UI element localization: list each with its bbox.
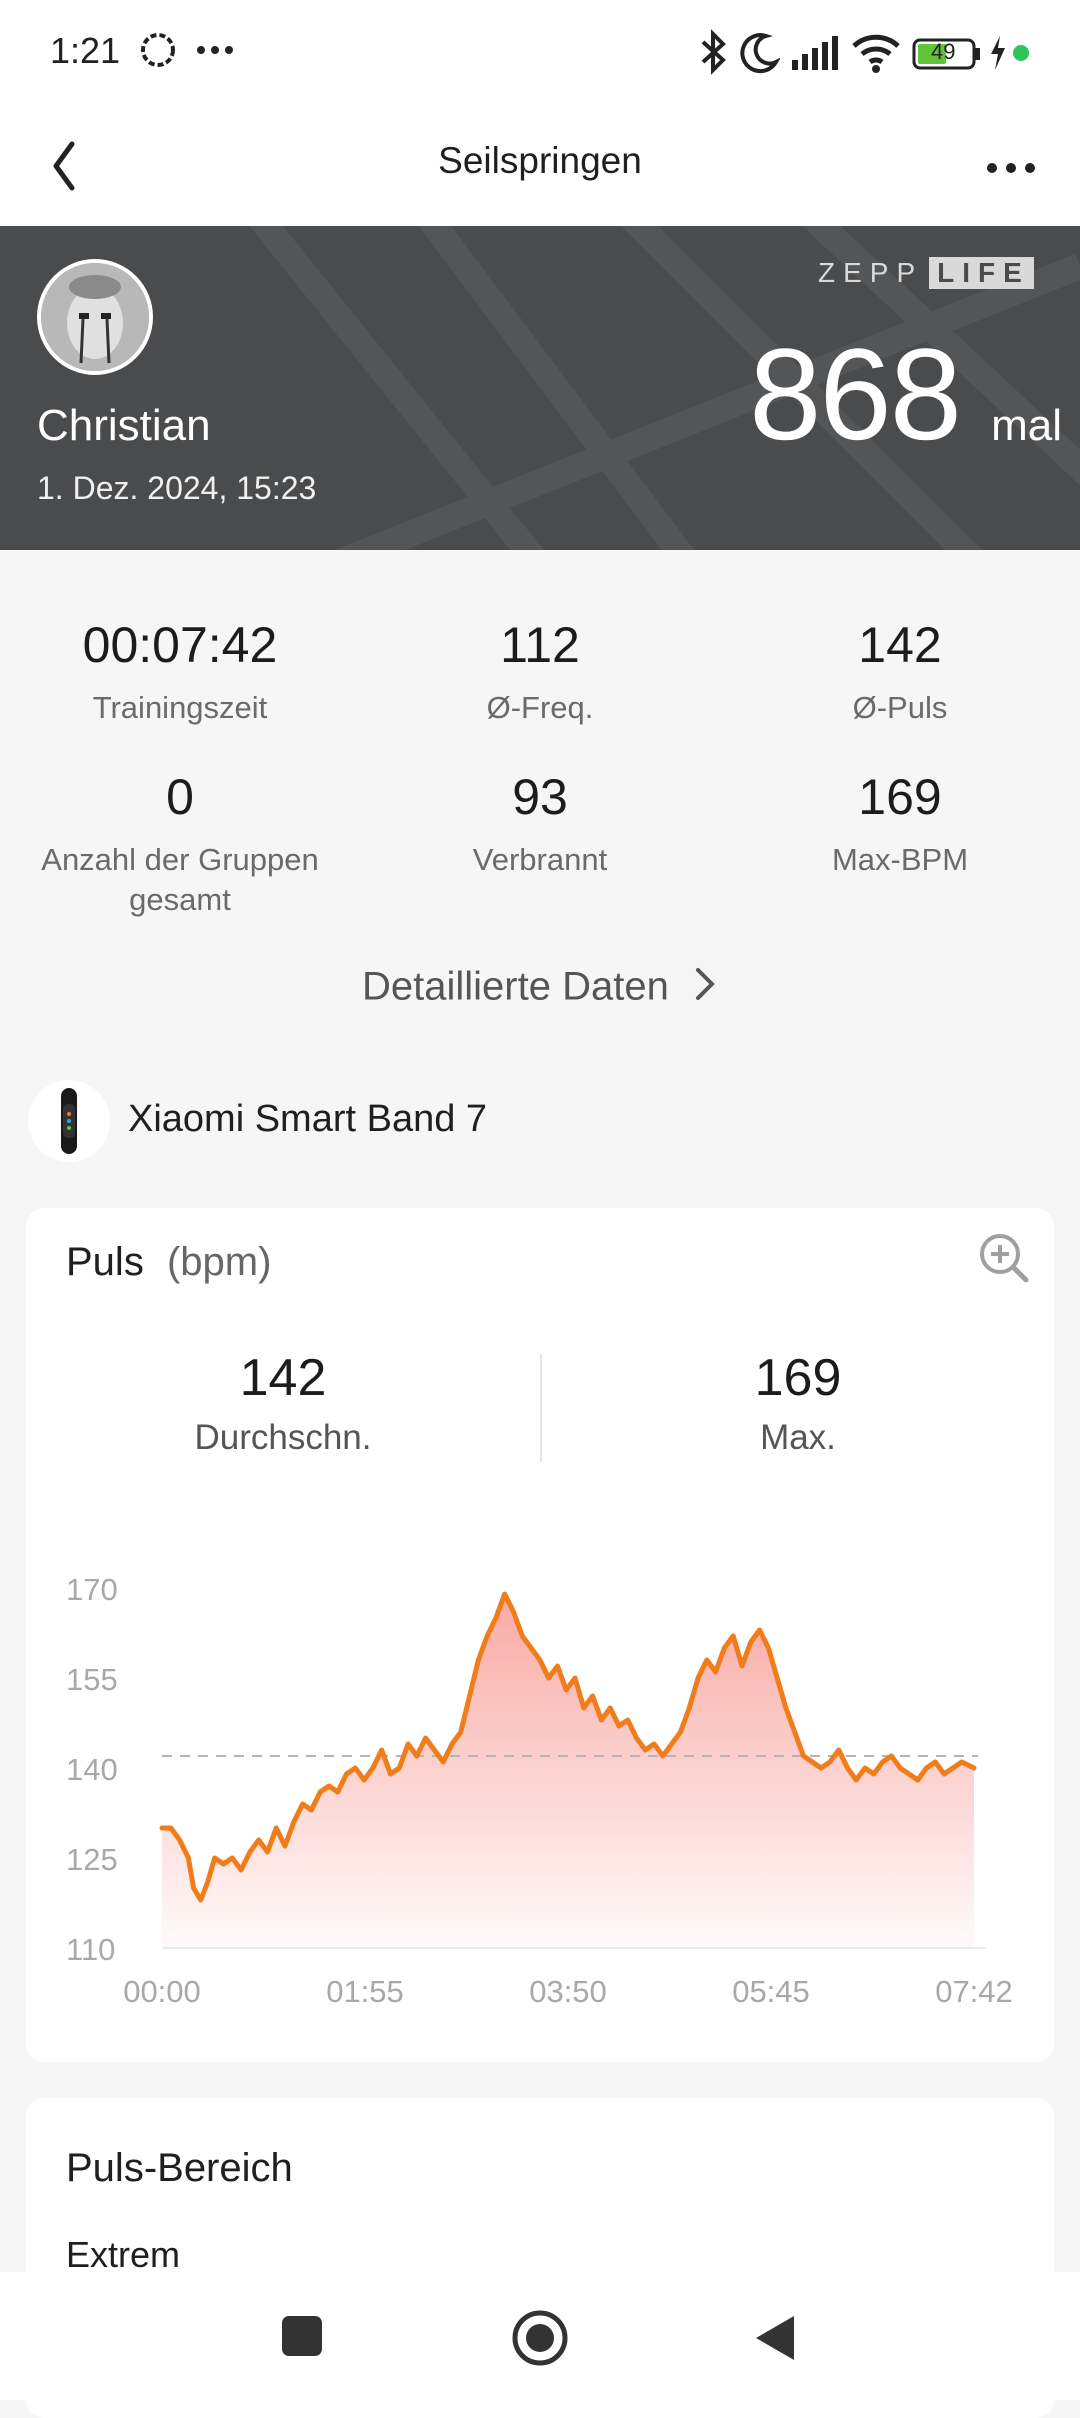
y-axis-tick-label: 155 <box>66 1662 118 1697</box>
zoom-in-icon[interactable] <box>976 1230 1032 1291</box>
average-heart-rate-value: 142 <box>239 1349 327 1407</box>
y-axis-tick-label: 170 <box>66 1572 118 1607</box>
jump-count-unit: mal <box>991 401 1062 450</box>
page-title: Seilspringen <box>438 140 642 181</box>
wifi-icon <box>850 28 902 81</box>
max-heart-rate-value: 169 <box>754 1349 842 1407</box>
x-axis-tick-label: 03:50 <box>529 1974 607 2009</box>
more-notifications-icon <box>195 30 235 75</box>
x-axis-tick-label: 01:55 <box>326 1974 404 2009</box>
heart-rate-zone-title: Puls-Bereich <box>66 2146 293 2190</box>
signal-icon <box>790 28 840 81</box>
battery-level: 49 <box>931 39 956 64</box>
more-options-icon[interactable] <box>978 148 1048 188</box>
home-button[interactable] <box>510 2308 570 2373</box>
stat-calories-burned: 93 Verbrannt <box>360 768 720 880</box>
stat-value: 142 <box>858 617 942 673</box>
heart-rate-chart: 170 155 140 125 11000:00 01:55 03:50 05:45 07:42 <box>66 1572 1013 2009</box>
y-axis-tick-label: 125 <box>66 1842 118 1877</box>
stat-label: Ø-Freq. <box>486 690 594 725</box>
avatar[interactable] <box>37 259 153 375</box>
status-bar: 1:21 49 <box>0 0 1080 108</box>
stat-average-frequency: 112 Ø-Freq. <box>360 616 720 728</box>
stat-value: 00:07:42 <box>82 617 278 673</box>
user-name: Christian <box>37 401 211 450</box>
average-heart-rate: 142 Durchschn. <box>26 1348 540 1458</box>
detailed-data-label: Detaillierte Daten <box>362 964 669 1009</box>
average-heart-rate-label: Durchschn. <box>194 1418 372 1457</box>
stat-groups-total: 0 Anzahl der Gruppen gesamt <box>0 768 360 920</box>
system-navigation-bar <box>0 2272 1080 2400</box>
moon-icon <box>740 28 782 81</box>
device-name: Xiaomi Smart Band 7 <box>128 1098 488 1140</box>
stat-value: 93 <box>512 769 568 825</box>
top-app-bar: Seilspringen <box>0 108 1080 226</box>
heart-rate-title-text: Puls <box>66 1240 144 1284</box>
stat-average-pulse: 142 Ø-Puls <box>720 616 1080 728</box>
heart-rate-card: Puls (bpm) 142 Durchschn. 169 Max. 170 15… <box>26 1208 1054 2062</box>
messenger-icon <box>138 30 178 75</box>
x-axis-tick-label: 07:42 <box>935 1974 1013 2009</box>
bluetooth-icon <box>698 28 728 81</box>
heart-rate-title: Puls (bpm) <box>66 1240 271 1285</box>
workout-date: 1. Dez. 2024, 15:23 <box>37 470 317 506</box>
status-time: 1:21 <box>50 30 121 71</box>
max-heart-rate-label: Max. <box>760 1418 836 1457</box>
workout-summary-banner: ZEPP LIFE Christian 1. Dez. 2024, 15:23 … <box>0 226 1080 550</box>
y-axis-tick-label: 140 <box>66 1752 118 1787</box>
heart-rate-unit: (bpm) <box>166 1240 272 1284</box>
recents-button[interactable] <box>280 2314 324 2363</box>
stat-value: 169 <box>858 769 942 825</box>
y-axis-tick-label: 110 <box>66 1932 115 1967</box>
x-axis-tick-label: 05:45 <box>732 1974 810 2009</box>
stat-value: 112 <box>500 617 580 673</box>
detailed-data-link[interactable]: Detaillierte Daten <box>0 964 1080 1014</box>
stat-max-bpm: 169 Max-BPM <box>720 768 1080 880</box>
stat-label: Ø-Puls <box>852 690 948 725</box>
x-axis-tick-label: 00:00 <box>123 1974 201 2009</box>
stat-label: Trainingszeit <box>92 690 268 725</box>
privacy-dot-icon <box>1012 44 1030 67</box>
jump-count: 868 <box>749 321 962 467</box>
stat-value: 0 <box>166 769 194 825</box>
zepp-life-logo: ZEPP LIFE <box>818 256 1034 290</box>
max-heart-rate: 169 Max. <box>542 1348 1054 1458</box>
stat-label: Max-BPM <box>831 842 969 877</box>
zone-extrem-label: Extrem <box>66 2234 181 2275</box>
stat-label: Verbrannt <box>472 842 608 877</box>
back-button[interactable] <box>752 2312 798 2369</box>
stat-label: Anzahl der Gruppen gesamt <box>41 842 319 917</box>
smart-band-icon <box>28 1080 110 1162</box>
charging-icon <box>988 28 1008 81</box>
chevron-right-icon <box>694 964 718 1014</box>
stat-training-time: 00:07:42 Trainingszeit <box>0 616 360 728</box>
